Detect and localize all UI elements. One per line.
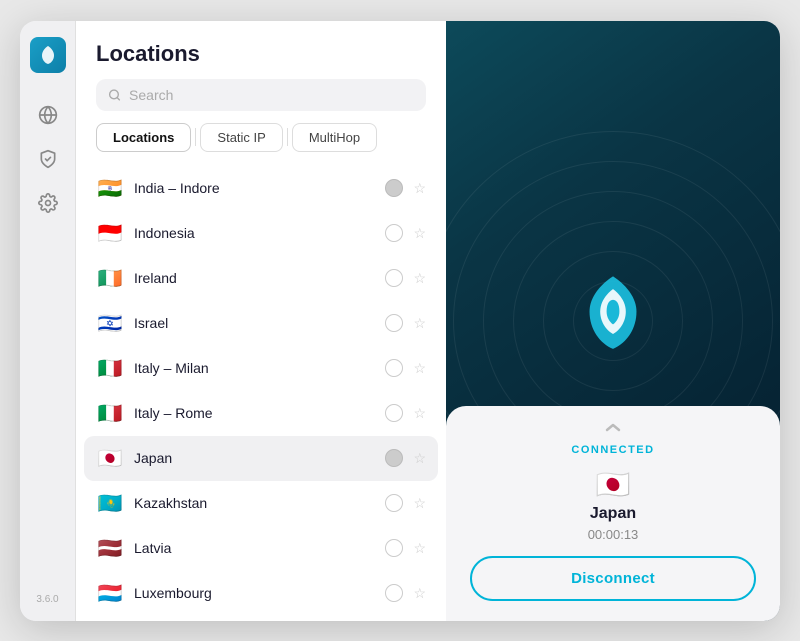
star-luxembourg[interactable]: ☆ xyxy=(413,585,426,602)
list-item[interactable]: 🇮🇹 Italy – Rome ☆ xyxy=(84,391,438,436)
right-panel: CONNECTED 🇯🇵 Japan 00:00:13 Disconnect xyxy=(446,21,780,621)
flag-india-indore: 🇮🇳 xyxy=(96,176,124,201)
location-name-ireland: Ireland xyxy=(134,270,375,286)
sidebar-item-settings[interactable] xyxy=(30,185,66,221)
location-status-israel xyxy=(385,314,403,332)
sidebar-item-locations[interactable] xyxy=(30,97,66,133)
location-name-kazakhstan: Kazakhstan xyxy=(134,495,375,511)
location-name-israel: Israel xyxy=(134,315,375,331)
list-item[interactable]: 🇯🇵 Japan ☆ xyxy=(84,436,438,481)
flag-italy-milan: 🇮🇹 xyxy=(96,356,124,381)
location-name-luxembourg: Luxembourg xyxy=(134,585,375,601)
location-status-ireland xyxy=(385,269,403,287)
tab-divider-1 xyxy=(195,128,196,146)
location-status-latvia xyxy=(385,539,403,557)
tab-multihop[interactable]: MultiHop xyxy=(292,123,377,152)
location-name-japan: Japan xyxy=(134,450,375,466)
tab-bar: Locations Static IP MultiHop xyxy=(96,123,426,152)
app-logo xyxy=(30,37,66,73)
app-version: 3.6.0 xyxy=(36,594,58,605)
card-chevron[interactable] xyxy=(470,422,756,436)
star-latvia[interactable]: ☆ xyxy=(413,540,426,557)
star-indonesia[interactable]: ☆ xyxy=(413,225,426,242)
tab-static-ip[interactable]: Static IP xyxy=(200,123,282,152)
star-italy-milan[interactable]: ☆ xyxy=(413,360,426,377)
search-bar[interactable] xyxy=(96,79,426,111)
location-name-indonesia: Indonesia xyxy=(134,225,375,241)
list-item[interactable]: 🇱🇺 Luxembourg ☆ xyxy=(84,571,438,616)
location-status-italy-rome xyxy=(385,404,403,422)
star-ireland[interactable]: ☆ xyxy=(413,270,426,287)
tab-divider-2 xyxy=(287,128,288,146)
list-item[interactable]: 🇮🇹 Italy – Milan ☆ xyxy=(84,346,438,391)
location-status-india-indore xyxy=(385,179,403,197)
flag-israel: 🇮🇱 xyxy=(96,311,124,336)
search-icon xyxy=(108,88,121,102)
flag-latvia: 🇱🇻 xyxy=(96,536,124,561)
flag-kazakhstan: 🇰🇿 xyxy=(96,491,124,516)
surfshark-logo xyxy=(581,274,645,359)
tab-locations[interactable]: Locations xyxy=(96,123,191,152)
list-item[interactable]: 🇱🇻 Latvia ☆ xyxy=(84,526,438,571)
location-list: 🇮🇳 India – Indore ☆ 🇮🇩 Indonesia ☆ 🇮🇪 Ir… xyxy=(76,166,446,621)
location-status-japan xyxy=(385,449,403,467)
list-item[interactable]: 🇮🇱 Israel ☆ xyxy=(84,301,438,346)
location-name-india-indore: India – Indore xyxy=(134,180,375,196)
app-window: 3.6.0 Locations Locations Static IP Mult… xyxy=(20,21,780,621)
sidebar: 3.6.0 xyxy=(20,21,76,621)
list-item[interactable]: 🇮🇪 Ireland ☆ xyxy=(84,256,438,301)
search-input[interactable] xyxy=(129,87,414,103)
locations-header: Locations Locations Static IP MultiHop xyxy=(76,21,446,166)
location-name-latvia: Latvia xyxy=(134,540,375,556)
star-italy-rome[interactable]: ☆ xyxy=(413,405,426,422)
connected-status-label: CONNECTED xyxy=(470,444,756,456)
sidebar-item-protection[interactable] xyxy=(30,141,66,177)
connected-info: 🇯🇵 Japan 00:00:13 xyxy=(470,468,756,542)
connected-flag: 🇯🇵 xyxy=(596,468,631,501)
location-status-kazakhstan xyxy=(385,494,403,512)
flag-ireland: 🇮🇪 xyxy=(96,266,124,291)
location-status-luxembourg xyxy=(385,584,403,602)
star-india-indore[interactable]: ☆ xyxy=(413,180,426,197)
flag-luxembourg: 🇱🇺 xyxy=(96,581,124,606)
list-item[interactable]: 🇮🇳 India – Indore ☆ xyxy=(84,166,438,211)
connected-card: CONNECTED 🇯🇵 Japan 00:00:13 Disconnect xyxy=(446,406,780,621)
star-kazakhstan[interactable]: ☆ xyxy=(413,495,426,512)
locations-panel: Locations Locations Static IP MultiHop 🇮… xyxy=(76,21,446,621)
connected-country: Japan xyxy=(590,505,636,523)
flag-japan: 🇯🇵 xyxy=(96,446,124,471)
star-israel[interactable]: ☆ xyxy=(413,315,426,332)
list-item[interactable]: 🇮🇩 Indonesia ☆ xyxy=(84,211,438,256)
star-japan[interactable]: ☆ xyxy=(413,450,426,467)
flag-indonesia: 🇮🇩 xyxy=(96,221,124,246)
location-status-italy-milan xyxy=(385,359,403,377)
list-item[interactable]: 🇰🇿 Kazakhstan ☆ xyxy=(84,481,438,526)
locations-title: Locations xyxy=(96,41,426,67)
connected-timer: 00:00:13 xyxy=(588,527,639,542)
location-name-italy-milan: Italy – Milan xyxy=(134,360,375,376)
flag-italy-rome: 🇮🇹 xyxy=(96,401,124,426)
disconnect-button[interactable]: Disconnect xyxy=(470,556,756,601)
location-name-italy-rome: Italy – Rome xyxy=(134,405,375,421)
location-status-indonesia xyxy=(385,224,403,242)
